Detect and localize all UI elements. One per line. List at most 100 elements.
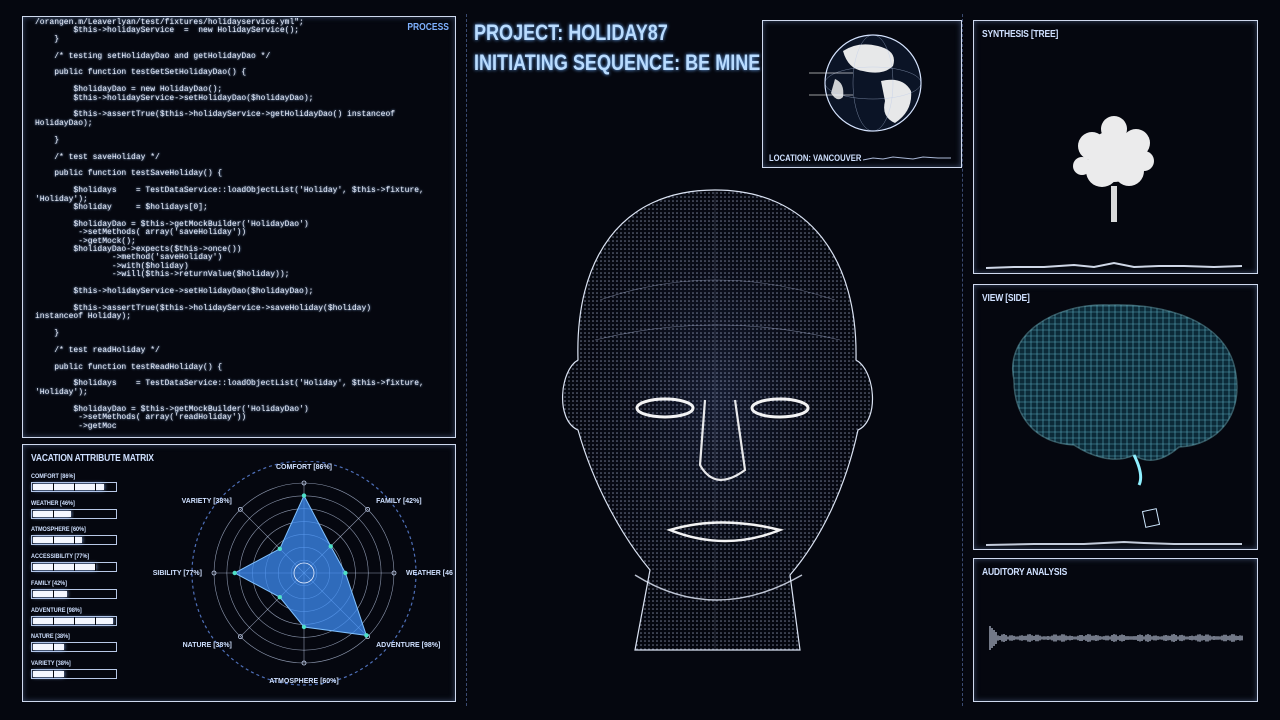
attribute-bar-segment <box>95 483 96 491</box>
attribute-bar-row: NATURE [38%] <box>31 633 141 653</box>
radar-axis-label: VARIETY [38%] <box>182 498 232 505</box>
attribute-bar-row: FAMILY [42%] <box>31 580 141 599</box>
code-listing: /orangen.m/Leaverlyan/test/fixtures/holi… <box>35 18 424 431</box>
attribute-bar-segment <box>74 589 75 598</box>
radar-data-point <box>277 594 283 600</box>
code-line: ->will($this->returnValue($holiday)); <box>35 270 290 280</box>
code-line: /* test readHoliday */ <box>35 345 160 355</box>
attribute-bar-row: COMFORT [86%] <box>31 473 141 492</box>
code-line: /* test saveHoliday */ <box>35 152 160 162</box>
attribute-bar-fill <box>33 590 68 597</box>
code-line: } <box>35 329 60 339</box>
code-line: public function testReadHoliday() { <box>35 362 223 372</box>
auditory-analysis-panel: AUDITORY ANALYSIS <box>973 558 1258 702</box>
view-side-panel: VIEW [SIDE] <box>973 284 1258 550</box>
radar-data-point <box>343 570 348 576</box>
attribute-bar-track <box>31 508 117 519</box>
sequence-title: INITIATING SEQUENCE: BE MINE <box>474 50 761 75</box>
code-line: } <box>35 34 60 44</box>
attribute-bar-segment <box>53 616 54 625</box>
attribute-bar-track <box>31 562 117 573</box>
attribute-bar-segment <box>53 643 54 652</box>
attribute-bar-segment <box>53 563 54 572</box>
attribute-bar-track <box>31 668 117 679</box>
radar-axis-label: WEATHER [46%] <box>406 570 453 577</box>
attribute-bar-segment <box>74 643 75 652</box>
divider-left <box>466 14 467 706</box>
attribute-bar-segment <box>95 643 96 652</box>
globe-graphic <box>809 34 951 161</box>
matrix-title: VACATION ATTRIBUTE MATRIX <box>31 453 154 464</box>
attribute-bar-label: COMFORT [86%] <box>31 473 76 480</box>
attribute-bar-segment <box>74 536 75 545</box>
wireframe-head <box>562 189 873 651</box>
radar-data-point <box>301 624 307 630</box>
synthesis-panel: SYNTHESIS [TREE] <box>973 20 1258 274</box>
radar-axis-label: ACCESSIBILITY [77%] <box>153 570 202 577</box>
radar-data-point <box>328 544 333 549</box>
radar-axis-label: COMFORT [86%] <box>276 464 332 471</box>
attribute-bar-segment <box>95 509 96 518</box>
radar-data-point <box>232 570 237 576</box>
attribute-bar-segment <box>74 669 75 678</box>
code-panel: PROCESS /orangen.m/Leaverlyan/test/fixtu… <box>22 16 456 438</box>
attribute-bar-segment <box>95 616 96 625</box>
attribute-bar-row: VARIETY [38%] <box>31 660 141 679</box>
code-line: $this->holidayService = new HolidayServi… <box>35 26 300 36</box>
code-line: HolidayDao); <box>35 118 93 128</box>
code-line: /* testing setHolidayDao and getHolidayD… <box>35 51 271 61</box>
radar-data-point <box>364 633 369 638</box>
attribute-bar-segment <box>95 563 96 572</box>
attribute-bar-segment <box>95 589 96 598</box>
radar-data-point <box>301 493 307 498</box>
location-label: LOCATION: VANCOUVER <box>769 153 862 163</box>
code-line: $holidays = TestDataService::loadObjectL… <box>35 186 424 196</box>
attribute-bar-track <box>31 482 117 492</box>
attribute-bar-track <box>31 642 117 653</box>
attribute-bar-segment <box>74 563 75 572</box>
attribute-bar-fill <box>33 564 97 571</box>
code-line: public function testSaveHoliday() { <box>35 169 223 179</box>
project-title: PROJECT: HOLIDAY87 <box>474 20 668 45</box>
radar-data-point <box>277 546 283 552</box>
radar-axis-label: ADVENTURE [98%] <box>376 642 440 649</box>
attribute-bar-segment <box>53 509 54 518</box>
attribute-bar-segment <box>53 669 54 678</box>
attribute-bar-row: ACCESSIBILITY [77%] <box>31 553 141 573</box>
code-line: public function testGetSetHolidayDao() { <box>35 68 247 78</box>
attribute-bar-label: WEATHER [46%] <box>31 499 75 507</box>
code-line: $holidays = TestDataService::loadObjectL… <box>35 379 424 389</box>
audio-waveform <box>989 626 1243 650</box>
code-line: instanceof Holiday); <box>35 312 132 322</box>
radar-chart: COMFORT [86%] FAMILY [42%] WEATHER [46%] AD… <box>153 461 453 686</box>
attribute-bar-segment <box>53 536 54 545</box>
code-line: $this->holidayService->setHolidayDao($ho… <box>35 287 314 296</box>
attribute-bar-segment <box>95 536 96 545</box>
attribute-bar-segment <box>74 509 75 518</box>
attribute-bar-label: ACCESSIBILITY [77%] <box>31 553 90 561</box>
attribute-bar-fill <box>33 670 65 677</box>
attribute-bar-label: NATURE [38%] <box>31 633 70 641</box>
tree-graphic <box>985 116 1243 269</box>
attribute-bar-fill <box>33 644 65 651</box>
divider-right <box>962 14 963 706</box>
radar-axis-label: FAMILY [42%] <box>376 498 422 505</box>
attribute-bar-segment <box>95 669 96 678</box>
radar-axis-label: NATURE [38%] <box>183 642 232 649</box>
attribute-bar-segment <box>53 589 54 598</box>
attribute-bar-fill <box>33 510 71 517</box>
head-mesh <box>562 189 873 651</box>
code-line: $this->assertTrue($this->holidayService-… <box>35 110 396 120</box>
code-line: $holiday = $holidays[0]; <box>35 202 208 212</box>
attribute-bar-label: FAMILY [42%] <box>31 579 67 587</box>
radar-axis-label: ATMOSPHERE [60%] <box>269 678 339 685</box>
attribute-bar-row: ATMOSPHERE [60%] <box>31 526 141 546</box>
code-line: $this->holidayService->setHolidayDao($ho… <box>35 93 314 103</box>
attribute-bar-track <box>31 588 117 599</box>
attribute-bar-track <box>31 615 117 626</box>
attribute-bar-fill <box>33 484 104 490</box>
globe-panel: LOCATION: VANCOUVER <box>762 20 962 168</box>
code-line: } <box>35 135 60 145</box>
